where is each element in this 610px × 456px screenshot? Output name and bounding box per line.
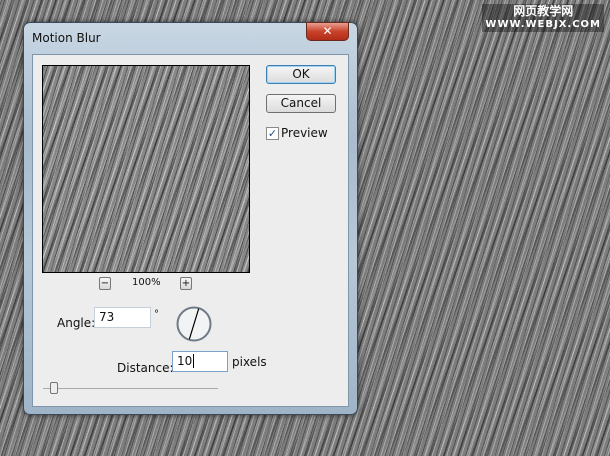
zoom-in-button[interactable]: + — [180, 277, 192, 290]
watermark-line1: 网页教学网 — [513, 4, 574, 18]
text-cursor — [193, 354, 195, 368]
degree-symbol: ° — [154, 309, 159, 320]
distance-slider-track[interactable] — [43, 388, 218, 389]
dialog-client: OK Cancel ✓ Preview − 100% + Angle: 73 °… — [32, 54, 349, 407]
ok-button[interactable]: OK — [266, 65, 336, 84]
dialog-title: Motion Blur — [32, 31, 101, 45]
cancel-button[interactable]: Cancel — [266, 94, 336, 113]
angle-input[interactable]: 73 — [94, 307, 151, 328]
angle-label: Angle: — [57, 316, 96, 330]
angle-dial[interactable] — [176, 306, 212, 342]
distance-unit: pixels — [232, 355, 267, 369]
zoom-level: 100% — [132, 277, 161, 288]
preview-image[interactable] — [42, 65, 250, 273]
preview-label: Preview — [281, 126, 328, 140]
watermark-line2: WWW.WEBJX.COM — [485, 19, 601, 30]
preview-checkbox[interactable]: ✓ — [266, 127, 279, 140]
distance-value: 10 — [177, 354, 193, 368]
distance-label: Distance: — [117, 361, 174, 375]
motion-blur-dialog: Motion Blur ✕ OK Cancel ✓ Preview − 100%… — [23, 22, 358, 415]
distance-input[interactable]: 10 — [172, 351, 228, 372]
zoom-out-button[interactable]: − — [99, 277, 111, 290]
watermark: 网页教学网 WWW.WEBJX.COM — [482, 4, 604, 32]
distance-slider-thumb[interactable] — [50, 382, 58, 394]
close-button[interactable]: ✕ — [306, 22, 349, 41]
